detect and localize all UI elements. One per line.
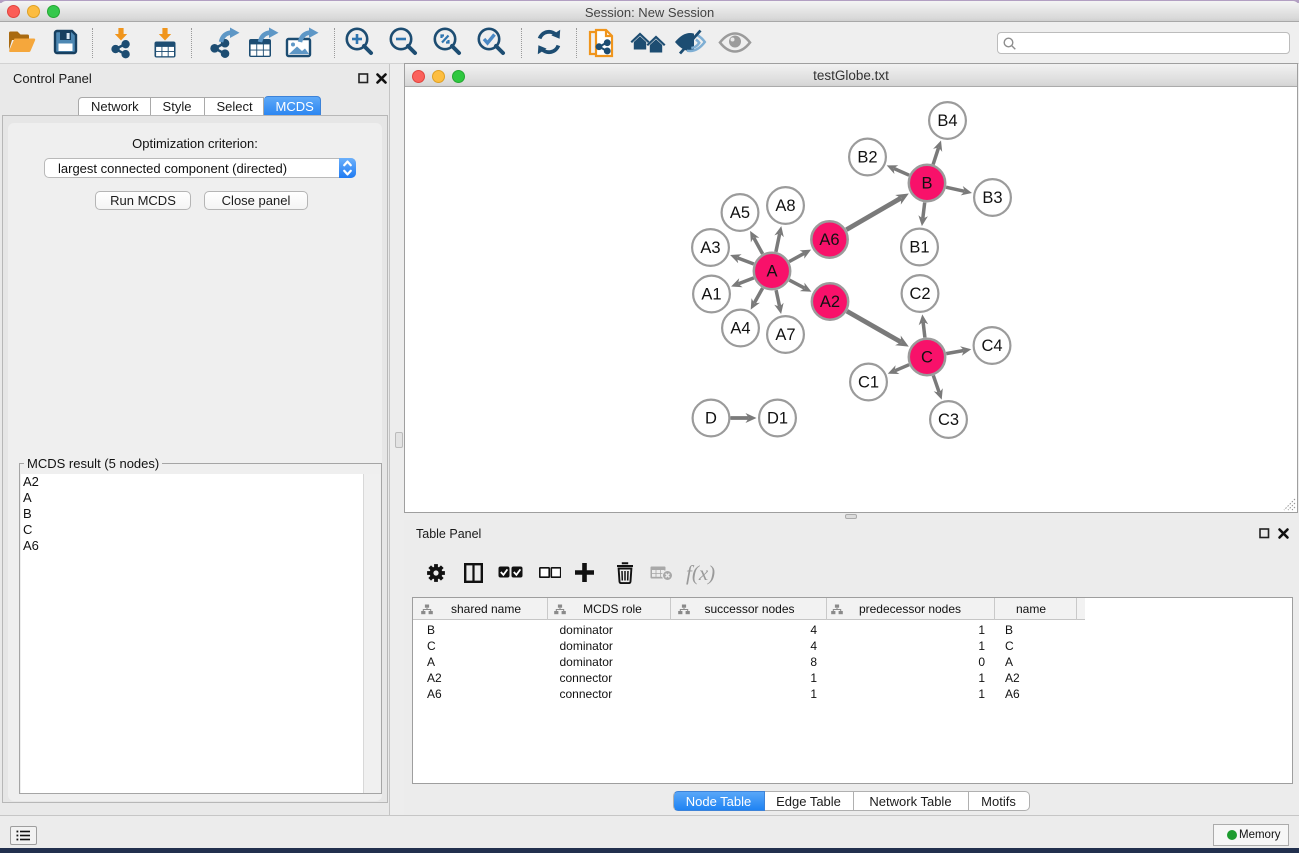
svg-text:C2: C2 (909, 285, 930, 303)
svg-text:C1: C1 (858, 374, 879, 392)
svg-text:B4: B4 (937, 112, 957, 130)
svg-text:A2: A2 (820, 293, 840, 311)
svg-text:B: B (921, 175, 932, 193)
svg-text:A: A (766, 263, 777, 281)
svg-text:C4: C4 (981, 337, 1002, 355)
svg-text:B2: B2 (857, 149, 877, 167)
svg-text:C3: C3 (938, 411, 959, 429)
svg-text:A8: A8 (775, 197, 795, 215)
svg-text:A5: A5 (730, 204, 750, 222)
svg-text:D1: D1 (767, 410, 788, 428)
svg-text:A1: A1 (701, 286, 721, 304)
svg-text:A7: A7 (775, 326, 795, 344)
svg-text:A4: A4 (730, 320, 750, 338)
svg-text:A3: A3 (700, 239, 720, 257)
svg-text:B3: B3 (982, 189, 1002, 207)
svg-text:C: C (921, 349, 933, 367)
svg-text:A6: A6 (819, 231, 839, 249)
svg-text:D: D (705, 410, 717, 428)
svg-text:B1: B1 (909, 239, 929, 257)
